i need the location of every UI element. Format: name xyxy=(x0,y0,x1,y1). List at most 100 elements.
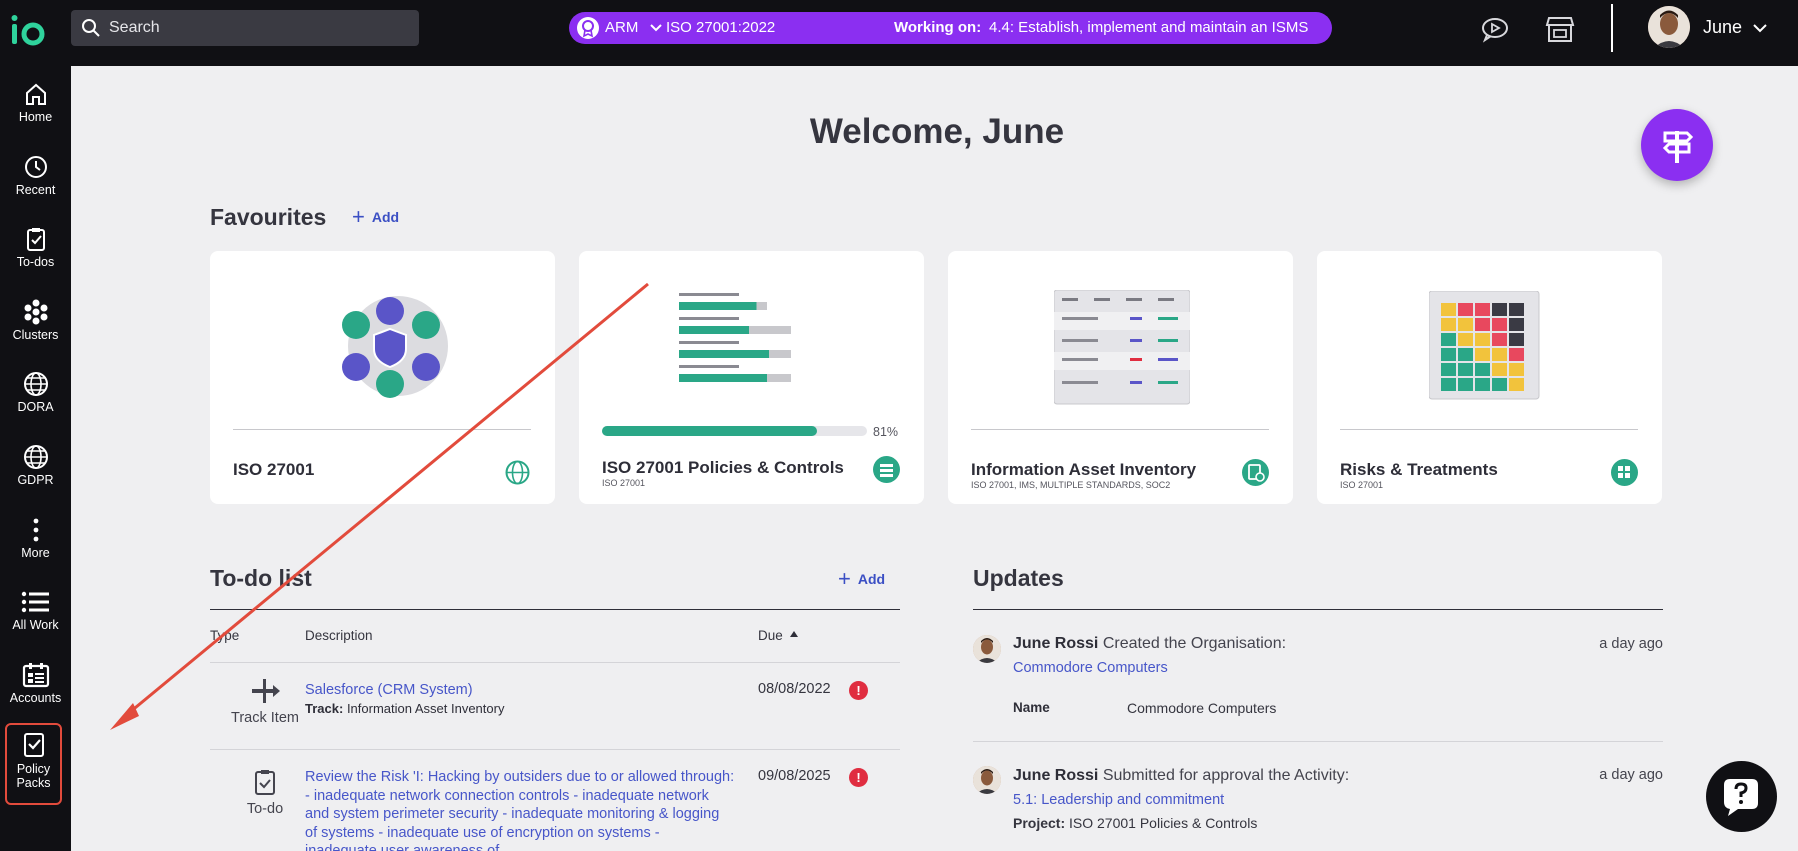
matrix-cell xyxy=(1458,363,1473,376)
matrix-cell xyxy=(1458,318,1473,331)
updates-rule xyxy=(973,609,1663,610)
sidebar-item-dora[interactable]: DORA xyxy=(0,371,71,435)
sidebar-item-policy-packs[interactable]: Policy Packs xyxy=(5,723,62,805)
sidebar-item-todos[interactable]: To-dos xyxy=(0,226,71,290)
clipboard-check-icon xyxy=(26,228,45,251)
update-detail: Project: ISO 27001 Policies & Controls xyxy=(1013,815,1257,831)
todo-rule xyxy=(210,609,900,610)
card-divider xyxy=(1340,429,1638,430)
matrix-cell xyxy=(1492,363,1507,376)
favourite-card-policies-controls[interactable]: 81% ISO 27001 Policies & Controls ISO 27… xyxy=(579,251,924,504)
update-time: a day ago xyxy=(1599,767,1663,783)
history-icon xyxy=(24,156,47,178)
io-logo[interactable] xyxy=(8,10,50,52)
sidebar-item-more[interactable]: More xyxy=(0,517,71,581)
policy-check-icon xyxy=(23,733,44,757)
todo-type-label: To-do xyxy=(246,801,284,817)
page-title: Welcome, June xyxy=(809,112,1065,151)
overdue-alert-icon: ! xyxy=(849,768,868,787)
column-header-type[interactable]: Type xyxy=(210,628,239,643)
user-avatar[interactable] xyxy=(1648,6,1690,48)
card-title: ISO 27001 Policies & Controls xyxy=(602,458,844,477)
update-link[interactable]: 5.1: Leadership and commitment xyxy=(1013,792,1224,808)
overdue-alert-icon: ! xyxy=(849,681,868,700)
sidebar-item-accounts[interactable]: Accounts xyxy=(0,662,71,726)
favourite-card-asset-inventory[interactable]: Information Asset Inventory ISO 27001, I… xyxy=(948,251,1293,504)
update-time: a day ago xyxy=(1599,636,1663,652)
matrix-cell xyxy=(1441,378,1456,391)
award-icon xyxy=(577,17,599,39)
controls-icon xyxy=(873,456,900,483)
update-user[interactable]: June Rossi xyxy=(1013,767,1098,784)
matrix-cell xyxy=(1509,348,1524,361)
top-bar: Search ARM ISO 27001:2022 Working on: 4.… xyxy=(0,0,1798,66)
inventory-illustration xyxy=(1054,290,1190,405)
todo-meta-label: Track: xyxy=(305,701,344,716)
matrix-cell xyxy=(1475,303,1490,316)
store-icon[interactable] xyxy=(1545,14,1575,44)
chevron-down-icon[interactable] xyxy=(1752,18,1768,38)
update-text: June Rossi Submitted for approval the Ac… xyxy=(1013,767,1349,785)
column-header-due[interactable]: Due xyxy=(758,628,783,643)
list-icon xyxy=(21,591,49,613)
todo-description-link[interactable]: Review the Risk 'I: Hacking by outsiders… xyxy=(305,768,735,851)
todo-due-date: 08/08/2022 xyxy=(758,681,831,697)
todo-meta-value: Information Asset Inventory xyxy=(346,701,505,716)
favourite-card-risks-treatments[interactable]: Risks & Treatments ISO 27001 xyxy=(1317,251,1662,504)
top-divider xyxy=(1611,4,1613,52)
card-title: ISO 27001 xyxy=(233,460,315,479)
video-chat-icon[interactable] xyxy=(1480,14,1510,44)
update-link[interactable]: Commodore Computers xyxy=(1013,660,1168,676)
plus-icon: + xyxy=(352,204,365,229)
sidebar-item-label: Policy Packs xyxy=(16,762,51,790)
user-name[interactable]: June xyxy=(1703,17,1742,38)
sidebar-item-recent[interactable]: Recent xyxy=(0,154,71,218)
update-user[interactable]: June Rossi xyxy=(1013,635,1098,652)
sidebar-item-label: Recent xyxy=(15,183,56,197)
chat-bubble-icon xyxy=(1724,779,1758,816)
todo-due-date: 09/08/2025 xyxy=(758,768,831,784)
sidebar-item-clusters[interactable]: Clusters xyxy=(0,299,71,363)
update-detail-value: Commodore Computers xyxy=(1127,700,1277,716)
dots-grid-icon xyxy=(24,299,47,325)
todo-add-button[interactable]: + Add xyxy=(838,568,885,590)
favourite-card-iso27001[interactable]: ISO 27001 xyxy=(210,251,555,504)
sort-ascending-icon[interactable] xyxy=(789,630,799,638)
card-subtitle: ISO 27001, IMS, MULTIPLE STANDARDS, SOC2 xyxy=(971,480,1171,490)
asset-register-icon xyxy=(1242,459,1269,486)
todo-type-label: Track Item xyxy=(231,710,299,726)
sidebar-item-label: To-dos xyxy=(16,255,55,269)
context-selector[interactable]: ARM ISO 27001:2022 Working on: 4.4: Esta… xyxy=(569,12,1332,44)
column-header-description[interactable]: Description xyxy=(305,628,373,643)
sidebar-item-label: GDPR xyxy=(17,473,54,487)
progress-fill xyxy=(602,426,817,436)
matrix-cell xyxy=(1458,333,1473,346)
matrix-cell xyxy=(1475,363,1490,376)
search-placeholder: Search xyxy=(109,19,160,36)
sidebar-item-gdpr[interactable]: GDPR xyxy=(0,444,71,508)
sidebar-item-all-work[interactable]: All Work xyxy=(0,589,71,653)
matrix-cell xyxy=(1492,378,1507,391)
matrix-cell xyxy=(1475,378,1490,391)
row-separator xyxy=(210,662,900,663)
todo-title: To-do list xyxy=(210,565,312,591)
matrix-cell xyxy=(1441,303,1456,316)
matrix-cell xyxy=(1458,348,1473,361)
todo-description-link[interactable]: Salesforce (CRM System) xyxy=(305,681,473,700)
iso-cluster-illustration xyxy=(342,296,448,398)
sidebar-item-label: DORA xyxy=(17,400,54,414)
support-chat-button[interactable] xyxy=(1706,761,1777,832)
org-name: ARM xyxy=(605,19,639,36)
matrix-cell xyxy=(1475,348,1490,361)
guide-button[interactable] xyxy=(1641,109,1713,181)
matrix-cell xyxy=(1475,333,1490,346)
search-input[interactable]: Search xyxy=(71,10,419,46)
matrix-cell xyxy=(1492,348,1507,361)
matrix-cell xyxy=(1509,333,1524,346)
favourites-title: Favourites xyxy=(210,204,327,230)
favourites-add-button[interactable]: + Add xyxy=(352,204,399,229)
matrix-cell xyxy=(1458,378,1473,391)
home-icon xyxy=(25,83,46,105)
working-on-value[interactable]: 4.4: Establish, implement and maintain a… xyxy=(989,19,1308,36)
avatar xyxy=(973,635,1001,663)
